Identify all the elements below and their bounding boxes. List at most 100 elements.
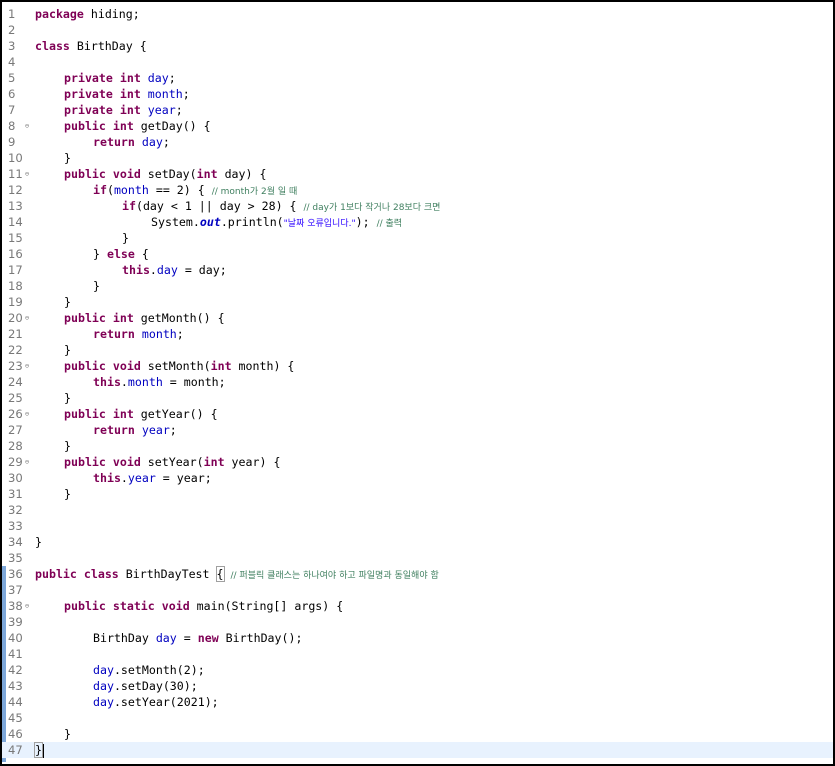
field-name: day [156,263,178,277]
code-line[interactable]: 25 } [2,390,833,406]
code-line[interactable]: 24 this.month = month; [2,374,833,390]
code-line[interactable]: 7 private int year; [2,102,833,118]
code-line[interactable]: 1 package hiding; [2,6,833,22]
code-line[interactable]: 39 [2,614,833,630]
field-name: year [127,471,156,485]
punctuation: } [64,343,71,357]
type-name: BirthDay [93,631,156,645]
code-line[interactable]: 23 public void setMonth(int month) { [2,358,833,374]
code-line[interactable]: 41 [2,646,833,662]
gutter: 24 [2,374,32,390]
code-line[interactable]: 22 } [2,342,833,358]
current-code-line[interactable]: 47 } [2,742,833,758]
gutter: 35 [2,550,32,566]
gutter: 12 [2,182,32,198]
code-line[interactable]: 31 } [2,486,833,502]
collapse-fold-icon[interactable] [23,314,31,322]
code-line[interactable]: 6 private int month; [2,86,833,102]
gutter: 34 [2,534,32,550]
method-signature: setYear( [140,455,204,469]
code-line[interactable]: 44 day.setYear(2021); [2,694,833,710]
code-line[interactable]: 15 } [2,230,833,246]
gutter: 44 [2,694,32,710]
keyword: return [93,135,135,149]
code-line[interactable]: 28 } [2,438,833,454]
code-line[interactable]: 3 class BirthDay { [2,38,833,54]
keyword: public [64,167,106,181]
gutter: 16 [2,246,32,262]
keyword: int [112,311,134,325]
matching-bracket-highlight: { [215,566,225,582]
field-name: month [141,327,177,341]
code-line[interactable]: 19 } [2,294,833,310]
code-line[interactable]: 10 } [2,150,833,166]
code-line[interactable]: 20 public int getMonth() { [2,310,833,326]
code-line[interactable]: 42 day.setMonth(2); [2,662,833,678]
line-number: 3 [8,39,16,53]
punctuation: ; [175,103,183,117]
punctuation: . [120,375,128,389]
code-line[interactable]: 46 } [2,726,833,742]
line-number: 10 [8,151,23,165]
java-code-editor[interactable]: 1 package hiding; 2 3 class BirthDay { 4… [0,0,835,766]
code-line[interactable]: 45 [2,710,833,726]
collapse-fold-icon[interactable] [23,458,31,466]
code-line[interactable]: 27 return year; [2,422,833,438]
line-number: 29 [8,455,23,469]
code-line[interactable]: 26 public int getYear() { [2,406,833,422]
code-line[interactable]: 17 this.day = day; [2,262,833,278]
code-line[interactable]: 11 public void setDay(int day) { [2,166,833,182]
collapse-fold-icon[interactable] [23,170,31,178]
method-signature: getYear() { [133,407,218,421]
code-line[interactable]: 5 private int day; [2,70,833,86]
code-line[interactable]: 16 } else { [2,246,833,262]
code-line[interactable]: 35 [2,550,833,566]
punctuation: } [64,151,71,165]
class-declaration: BirthDay { [69,39,147,53]
collapse-fold-icon[interactable] [23,362,31,370]
code-line[interactable]: 40 BirthDay day = new BirthDay(); [2,630,833,646]
collapse-fold-icon[interactable] [23,410,31,418]
code-line[interactable]: 9 return day; [2,134,833,150]
code-line[interactable]: 14 System.out.println("날짜 오류입니다."); // 출… [2,214,833,230]
code-line[interactable]: 2 [2,22,833,38]
code-line[interactable]: 4 [2,54,833,70]
gutter: 47 [2,742,32,758]
keyword: void [112,455,141,469]
punctuation: ; [176,327,184,341]
code-line[interactable]: 13 if(day < 1 || day > 28) { // day가 1보다… [2,198,833,214]
punctuation: } [64,727,71,741]
field-name: month [147,87,183,101]
code-line[interactable]: 8 public int getDay() { [2,118,833,134]
gutter: 28 [2,438,32,454]
code-line[interactable]: 33 [2,518,833,534]
code-line[interactable]: 43 day.setDay(30); [2,678,833,694]
code-line[interactable]: 32 [2,502,833,518]
method-call: .setYear(2021); [113,695,219,709]
gutter: 21 [2,326,32,342]
collapse-fold-icon[interactable] [23,602,31,610]
line-number: 1 [8,7,16,21]
keyword: public [64,407,106,421]
code-line[interactable]: 12 if(month == 2) { // month가 2월 일 때 [2,182,833,198]
code-line[interactable]: 18 } [2,278,833,294]
line-number: 35 [8,551,23,565]
code-line[interactable]: 30 this.year = year; [2,470,833,486]
keyword: this [93,375,121,389]
keyword: void [161,599,190,613]
collapse-fold-icon[interactable] [23,122,31,130]
parameter: day) { [217,167,267,181]
line-number: 8 [8,119,16,133]
keyword: public [64,119,106,133]
code-line[interactable]: 38 public static void main(String[] args… [2,598,833,614]
keyword: public [64,359,106,373]
field-name: day [147,71,169,85]
code-line[interactable]: 21 return month; [2,326,833,342]
code-line[interactable]: 34 } [2,534,833,550]
code-line[interactable]: 37 [2,582,833,598]
keyword: public [35,567,77,581]
code-line[interactable]: 36 public class BirthDayTest { // 퍼블릭 클래… [2,566,833,582]
line-number: 42 [8,663,23,677]
code-line[interactable]: 29 public void setYear(int year) { [2,454,833,470]
string-literal: "날짜 오류입니다." [283,219,356,229]
